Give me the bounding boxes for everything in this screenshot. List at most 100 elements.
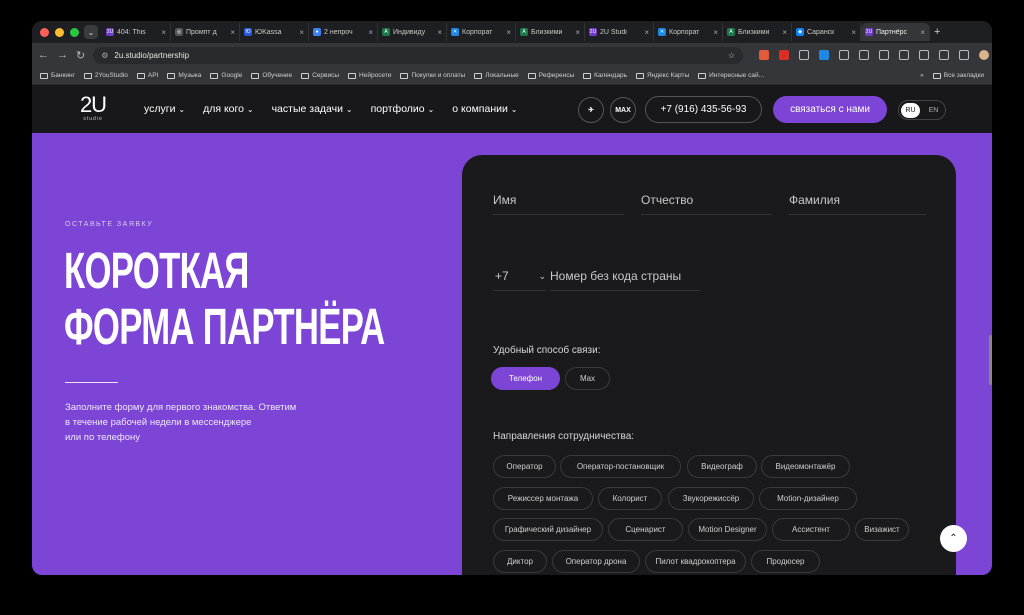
bookmark-item[interactable]: Интересные сай... xyxy=(698,72,764,79)
bookmark-item[interactable]: Покупки и оплаты xyxy=(400,72,465,79)
copy-icon[interactable] xyxy=(919,50,930,60)
extension-icon[interactable] xyxy=(939,50,950,60)
browser-tab[interactable]: ✕ Корпорат × xyxy=(447,23,516,41)
extension-icon[interactable] xyxy=(779,50,790,60)
tab-close-icon[interactable]: × xyxy=(161,28,166,37)
direction-option[interactable]: Продюсер xyxy=(751,549,820,573)
bookmark-item[interactable]: Яндекс Карты xyxy=(635,72,689,79)
telegram-icon[interactable]: ✈ xyxy=(578,97,604,123)
browser-tab[interactable]: A Близкими × xyxy=(723,23,792,41)
tab-close-icon[interactable]: × xyxy=(782,28,787,37)
direction-option[interactable]: Оператор xyxy=(493,455,556,478)
phone-button[interactable]: +7 (916) 435-56-93 xyxy=(645,96,762,123)
direction-option[interactable]: Режиссер монтажа xyxy=(493,486,593,510)
close-window-button[interactable] xyxy=(40,27,49,37)
nav-menu-item[interactable]: о компании ⌄ xyxy=(452,103,517,115)
last-name-field[interactable]: Фамилия xyxy=(789,193,926,215)
bookmark-star-icon[interactable]: ☆ xyxy=(728,51,735,60)
direction-option[interactable]: Видеограф xyxy=(687,455,757,478)
direction-option[interactable]: Пилот квадрокоптера xyxy=(645,549,746,573)
trash-icon[interactable] xyxy=(859,50,870,60)
tab-close-icon[interactable]: × xyxy=(368,28,373,37)
nav-menu-item[interactable]: услуги ⌄ xyxy=(144,103,185,115)
direction-option[interactable]: Графический дизайнер xyxy=(493,518,603,541)
bookmark-item[interactable]: Банкинг xyxy=(40,72,75,79)
address-bar[interactable]: ⚙ 2u.studio/partnership ☆ xyxy=(93,46,744,64)
all-bookmarks[interactable]: Все закладки xyxy=(932,72,984,79)
tab-close-icon[interactable]: × xyxy=(644,28,649,37)
browser-tab[interactable]: Ю ЮKassa × xyxy=(240,23,309,41)
browser-tab[interactable]: A Близкими × xyxy=(516,23,585,41)
bookmark-item[interactable]: Google xyxy=(210,72,242,79)
direction-option[interactable]: Визажист xyxy=(855,518,909,541)
browser-tab[interactable]: 2U 404: This × xyxy=(102,23,171,41)
tab-close-icon[interactable]: × xyxy=(299,28,304,37)
contact-us-button[interactable]: связаться с нами xyxy=(773,96,887,123)
bookmark-item[interactable]: Локальные xyxy=(474,72,519,79)
nav-menu-item[interactable]: портфолио ⌄ xyxy=(371,103,435,115)
extension-icon[interactable] xyxy=(759,50,770,60)
direction-option[interactable]: Motion Designer xyxy=(688,518,767,541)
direction-option[interactable]: Звукорежиссёр xyxy=(668,486,754,510)
direction-option[interactable]: Ассистент xyxy=(772,518,850,541)
contact-method-option[interactable]: Телефон xyxy=(491,367,560,390)
profile-avatar[interactable] xyxy=(979,50,990,60)
browser-tab[interactable]: ● 2 непроч × xyxy=(309,23,378,41)
new-tab-icon[interactable]: + xyxy=(934,26,940,38)
link-icon[interactable] xyxy=(899,50,910,60)
browser-tab[interactable]: ◎ Промпт д × xyxy=(171,23,240,41)
tab-close-icon[interactable]: × xyxy=(713,28,718,37)
bookmark-item[interactable]: API xyxy=(136,72,158,79)
bookmark-item[interactable]: Сервисы xyxy=(301,72,339,79)
direction-option[interactable]: Колорист xyxy=(598,486,662,510)
browser-tab[interactable]: A Индивиду × xyxy=(378,23,447,41)
browser-tab[interactable]: 2U 2U Studi × xyxy=(585,23,654,41)
contact-method-option[interactable]: Max xyxy=(565,367,610,390)
middle-name-field[interactable]: Отчество xyxy=(641,193,772,215)
lang-ru-button[interactable]: RU xyxy=(901,102,920,118)
direction-option[interactable]: Оператор дрона xyxy=(552,549,640,573)
direction-option[interactable]: Сценарист xyxy=(608,518,683,541)
country-code-select[interactable]: +7 ⌄ xyxy=(493,269,546,291)
tab-close-icon[interactable]: × xyxy=(575,28,580,37)
tab-close-icon[interactable]: × xyxy=(920,28,925,37)
bookmark-item[interactable]: Обучение xyxy=(251,72,292,79)
direction-option[interactable]: Motion-дизайнер xyxy=(759,486,857,510)
download-icon[interactable] xyxy=(839,50,850,60)
tab-close-icon[interactable]: × xyxy=(230,28,235,37)
site-logo[interactable]: 2U studio xyxy=(74,94,112,123)
tab-close-icon[interactable]: × xyxy=(851,28,856,37)
reading-list-icon[interactable] xyxy=(959,50,970,60)
bookmark-item[interactable]: Календарь xyxy=(583,72,627,79)
tab-search-icon[interactable]: ⌄ xyxy=(84,25,98,39)
max-messenger-button[interactable]: MAX xyxy=(610,97,636,123)
minimize-window-button[interactable] xyxy=(55,27,64,37)
direction-option[interactable]: Оператор-постановщик xyxy=(560,455,681,478)
maximize-window-button[interactable] xyxy=(70,27,79,37)
browser-tab[interactable]: 2U Партнёрс × xyxy=(861,23,930,41)
reload-icon[interactable]: ↻ xyxy=(76,49,85,62)
tab-close-icon[interactable]: × xyxy=(437,28,442,37)
tab-close-icon[interactable]: × xyxy=(506,28,511,37)
nav-menu-item[interactable]: частые задачи ⌄ xyxy=(272,103,353,115)
bookmark-item[interactable]: 2YouStudio xyxy=(83,72,128,79)
direction-option[interactable]: Диктор xyxy=(493,549,547,573)
direction-option[interactable]: Видеомонтажёр xyxy=(761,455,850,478)
forward-icon[interactable]: → xyxy=(57,49,68,61)
bookmark-item[interactable]: Референсы xyxy=(527,72,574,79)
first-name-field[interactable]: Имя xyxy=(493,193,624,215)
scrollbar-thumb[interactable] xyxy=(989,335,992,385)
lang-en-button[interactable]: EN xyxy=(924,103,943,118)
bookmark-item[interactable]: Нейросети xyxy=(348,72,391,79)
browser-tab[interactable]: ◆ Саранск × xyxy=(792,23,861,41)
translate-icon[interactable] xyxy=(879,50,890,60)
site-info-icon[interactable]: ⚙ xyxy=(101,51,108,60)
phone-input[interactable]: Номер без кода страны xyxy=(550,269,700,291)
scroll-to-top-button[interactable]: ⌃ xyxy=(940,525,967,552)
bookmarks-overflow-icon[interactable]: » xyxy=(920,72,924,79)
nav-menu-item[interactable]: для кого ⌄ xyxy=(203,103,253,115)
browser-tab[interactable]: ✕ Корпорат × xyxy=(654,23,723,41)
extensions-puzzle-icon[interactable] xyxy=(799,50,810,60)
extension-icon[interactable] xyxy=(819,50,830,60)
back-icon[interactable]: ← xyxy=(38,49,49,61)
